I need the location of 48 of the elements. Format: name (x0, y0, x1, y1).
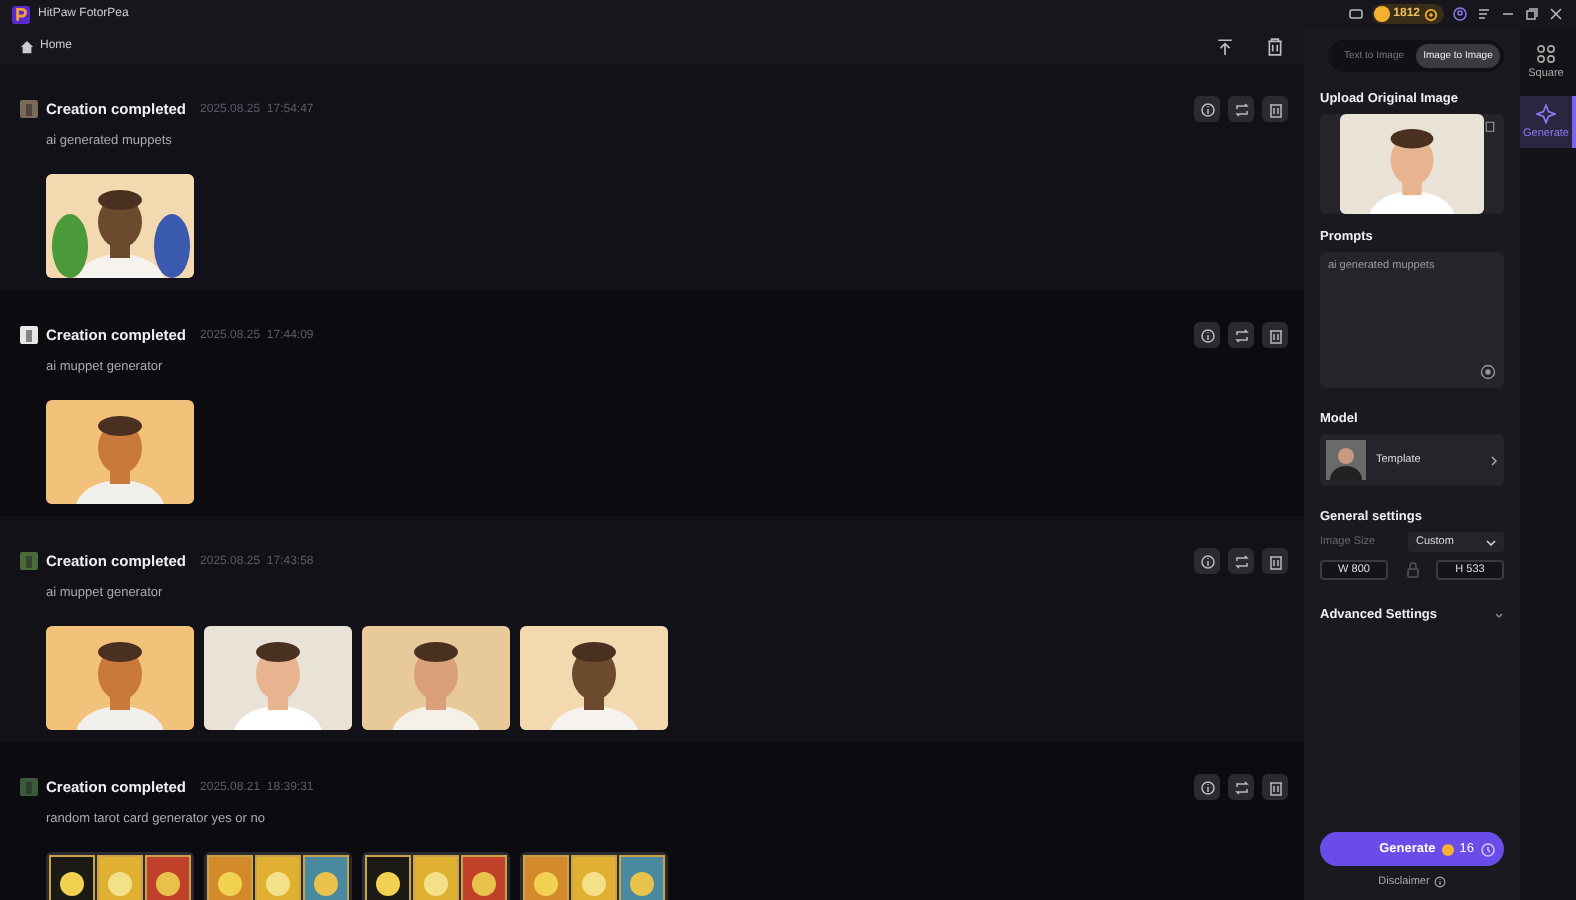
upload-icon[interactable] (1216, 37, 1234, 55)
trash-icon[interactable] (1266, 37, 1284, 55)
delete-button[interactable] (1262, 322, 1288, 348)
close-icon[interactable] (1548, 6, 1564, 22)
restore-icon[interactable] (1524, 6, 1540, 22)
chevron-down-icon (1494, 610, 1504, 620)
info-icon[interactable] (1433, 876, 1446, 888)
delete-button[interactable] (1262, 96, 1288, 122)
grid-icon (1536, 44, 1556, 64)
regenerate-button[interactable] (1228, 548, 1254, 574)
delete-button[interactable] (1262, 774, 1288, 800)
trash-icon (1267, 101, 1283, 117)
info-icon (1199, 327, 1215, 343)
gamepad-icon[interactable] (1347, 6, 1364, 22)
info-icon (1199, 779, 1215, 795)
coin-icon (1441, 843, 1454, 855)
refresh-icon (1233, 779, 1249, 795)
delete-button[interactable] (1262, 548, 1288, 574)
coin-icon (1373, 6, 1390, 22)
refresh-icon (1233, 327, 1249, 343)
chevron-down-icon (1486, 537, 1496, 547)
info-button[interactable] (1194, 322, 1220, 348)
menu-icon[interactable] (1476, 6, 1492, 22)
trash-icon[interactable] (1484, 120, 1496, 132)
info-button[interactable] (1194, 548, 1220, 574)
info-icon (1199, 101, 1215, 117)
thumbnail-icon (20, 552, 38, 570)
app-logo (12, 5, 30, 23)
sparkle-icon (1536, 104, 1556, 124)
thumbnail-icon (20, 326, 38, 344)
trash-icon (1267, 327, 1283, 343)
regenerate-button[interactable] (1228, 322, 1254, 348)
info-button[interactable] (1194, 774, 1220, 800)
info-icon (1199, 553, 1215, 569)
chevron-right-icon (1490, 455, 1498, 465)
refresh-icon (1233, 553, 1249, 569)
info-button[interactable] (1194, 96, 1220, 122)
clock-icon (1480, 841, 1496, 857)
refresh-icon (1233, 101, 1249, 117)
regenerate-button[interactable] (1228, 774, 1254, 800)
trash-icon (1267, 779, 1283, 795)
upload-area[interactable] (1320, 114, 1504, 214)
thumbnail-icon (20, 778, 38, 796)
thumbnail-icon (20, 100, 38, 118)
clear-icon[interactable] (1480, 364, 1496, 380)
regenerate-button[interactable] (1228, 96, 1254, 122)
home-icon[interactable] (20, 39, 34, 53)
trash-icon (1267, 553, 1283, 569)
